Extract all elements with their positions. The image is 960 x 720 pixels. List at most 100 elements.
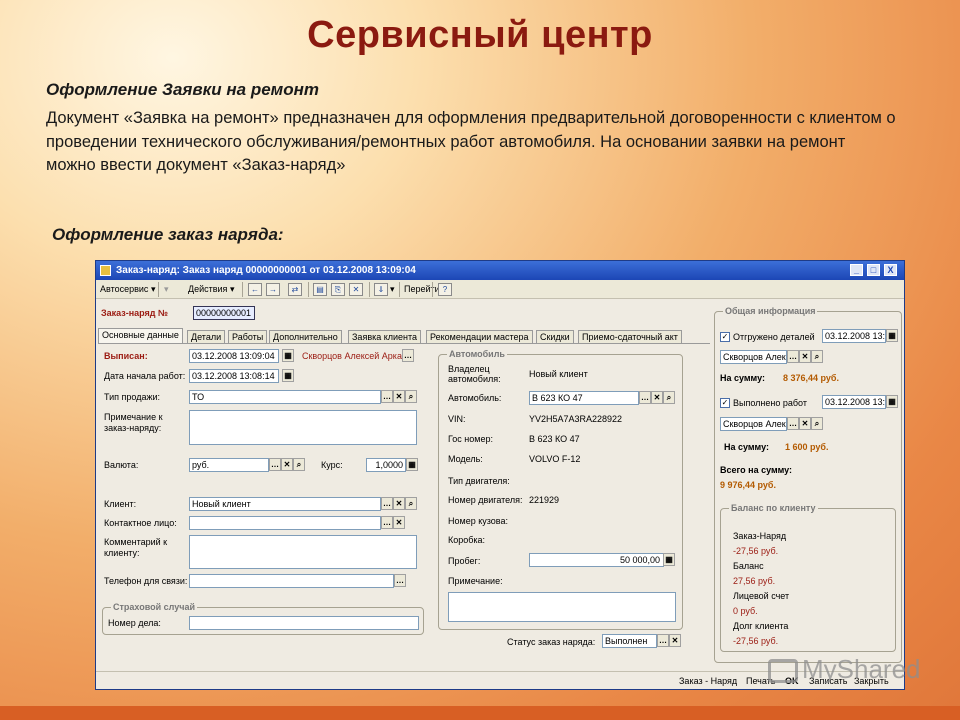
search-icon[interactable]: ⌕ — [405, 497, 417, 510]
issued-by-link[interactable]: Скворцов Алексей Аркад... — [302, 351, 415, 361]
model-label: Модель: — [448, 454, 483, 464]
select-button[interactable]: … — [402, 349, 414, 362]
parts-date-field[interactable]: 03.12.2008 13: — [822, 329, 886, 343]
search-icon[interactable]: ⌕ — [811, 417, 823, 430]
clear-icon[interactable]: ✕ — [799, 417, 811, 430]
tab-additional[interactable]: Дополнительно — [269, 330, 342, 343]
select-button[interactable]: … — [657, 634, 669, 647]
clear-icon[interactable]: ✕ — [799, 350, 811, 363]
title-bar[interactable]: Заказ-наряд: Заказ наряд 00000000001 от … — [96, 261, 904, 280]
delete-icon[interactable]: ✕ — [349, 283, 363, 296]
currency-field[interactable]: руб. — [189, 458, 269, 472]
tab-master-recommendations[interactable]: Рекомендации мастера — [426, 330, 533, 343]
search-icon[interactable]: ⌕ — [663, 391, 675, 404]
tab-acceptance-act[interactable]: Приемо-сдаточный акт — [578, 330, 682, 343]
contact-label: Контактное лицо: — [104, 518, 177, 528]
issued-field[interactable]: 03.12.2008 13:09:04 — [189, 349, 279, 363]
maximize-button[interactable]: □ — [867, 264, 880, 276]
select-button[interactable]: … — [394, 574, 406, 587]
works-done-checkbox[interactable]: ✓ — [720, 398, 730, 408]
footer-doc-label[interactable]: Заказ - Наряд — [679, 676, 737, 686]
phone-field[interactable] — [189, 574, 394, 588]
select-button[interactable]: … — [787, 350, 799, 363]
total-value: 9 976,44 руб. — [720, 480, 776, 490]
search-icon[interactable]: ⌕ — [405, 390, 417, 403]
body-no-label: Номер кузова: — [448, 516, 508, 526]
b3-value: 0 руб. — [733, 606, 758, 616]
arrow-left-icon[interactable]: ← — [248, 283, 262, 296]
refresh-icon[interactable]: ⇄ — [288, 283, 302, 296]
select-button[interactable]: … — [381, 516, 393, 529]
contact-field[interactable] — [189, 516, 381, 530]
parts-shipped-checkbox[interactable]: ✓ — [720, 332, 730, 342]
model-value: VOLVO F-12 — [529, 454, 581, 464]
actions-menu[interactable]: Действия ▾ — [188, 284, 234, 295]
calendar-icon[interactable]: ▦ — [282, 369, 294, 382]
plate-label: Гос номер: — [448, 434, 493, 444]
gearbox-label: Коробка: — [448, 535, 486, 545]
clear-icon[interactable]: ✕ — [651, 391, 663, 404]
clear-icon[interactable]: ✕ — [281, 458, 293, 471]
minimize-button[interactable]: _ — [850, 264, 863, 276]
client-field[interactable]: Новый клиент — [189, 497, 381, 511]
clear-icon[interactable]: ✕ — [393, 516, 405, 529]
calendar-icon[interactable]: ▦ — [886, 395, 898, 408]
calendar-icon[interactable]: ▦ — [886, 329, 898, 342]
person2-field[interactable]: Скворцов Алек — [720, 417, 787, 431]
b4-label: Долг клиента — [733, 621, 789, 631]
search-icon[interactable]: ⌕ — [811, 350, 823, 363]
comment-field[interactable] — [189, 535, 417, 569]
plate-value: В 623 КО 47 — [529, 434, 580, 444]
select-button[interactable]: … — [381, 497, 393, 510]
doc-number-field[interactable]: 00000000001 — [193, 306, 255, 320]
slide-title: Сервисный центр — [307, 14, 653, 56]
tab-parts[interactable]: Детали — [187, 330, 226, 343]
issued-label: Выписан: — [104, 351, 148, 361]
toolbar: Автосервис ▾ ▾ Действия ▾ ← → ⇄ ▤ ⎘ ✕ ⇓ … — [96, 280, 904, 299]
client-label: Клиент: — [104, 499, 137, 509]
search-icon[interactable]: ⌕ — [293, 458, 305, 471]
sale-type-field[interactable]: ТО — [189, 390, 381, 404]
structure-icon[interactable]: ▤ — [313, 283, 327, 296]
post-icon[interactable]: ⇓ — [374, 283, 388, 296]
engine-no-value: 221929 — [529, 495, 560, 505]
section-heading: Оформление Заявки на ремонт — [46, 80, 320, 99]
info-group-title: Общая информация — [723, 306, 818, 316]
case-label: Номер дела: — [108, 618, 161, 628]
works-date-field[interactable]: 03.12.2008 13: — [822, 395, 886, 409]
note-field[interactable] — [189, 410, 417, 445]
tab-works[interactable]: Работы — [228, 330, 268, 343]
comment-label: Комментарий к клиенту: — [104, 537, 168, 558]
mileage-field[interactable]: 50 000,00 — [529, 553, 664, 567]
tab-discounts[interactable]: Скидки — [536, 330, 574, 343]
close-button[interactable]: X — [884, 264, 897, 276]
service-menu[interactable]: Автосервис ▾ — [100, 284, 155, 295]
clear-icon[interactable]: ✕ — [669, 634, 681, 647]
person1-field[interactable]: Скворцов Алек — [720, 350, 787, 364]
start-field[interactable]: 03.12.2008 13:08:14 — [189, 369, 279, 383]
car-field[interactable]: В 623 КО 47 — [529, 391, 639, 405]
rate-field[interactable]: 1,0000 — [366, 458, 406, 472]
clear-icon[interactable]: ✕ — [393, 497, 405, 510]
car-note-field[interactable] — [448, 592, 676, 622]
copy-icon[interactable]: ⎘ — [331, 283, 345, 296]
select-button[interactable]: … — [787, 417, 799, 430]
dropdown-arrow-icon[interactable]: ▾ — [164, 284, 169, 295]
b1-value: -27,56 руб. — [733, 546, 779, 556]
tab-client-request[interactable]: Заявка клиента — [348, 330, 422, 343]
calendar-icon[interactable]: ▦ — [282, 349, 294, 362]
calculator-icon[interactable]: ▦ — [406, 458, 418, 471]
chevron-down-icon[interactable]: ▾ — [390, 284, 395, 295]
select-button[interactable]: … — [381, 390, 393, 403]
help-icon[interactable]: ? — [438, 283, 452, 296]
window-title: Заказ-наряд: Заказ наряд 00000000001 от … — [116, 265, 416, 276]
mileage-label: Пробег: — [448, 556, 481, 566]
case-field[interactable] — [189, 616, 419, 630]
select-button[interactable]: … — [639, 391, 651, 404]
calculator-icon[interactable]: ▦ — [663, 553, 675, 566]
arrow-right-icon[interactable]: → — [266, 283, 280, 296]
clear-icon[interactable]: ✕ — [393, 390, 405, 403]
select-button[interactable]: … — [269, 458, 281, 471]
tab-basic[interactable]: Основные данные — [98, 328, 183, 343]
status-field[interactable]: Выполнен — [602, 634, 657, 648]
